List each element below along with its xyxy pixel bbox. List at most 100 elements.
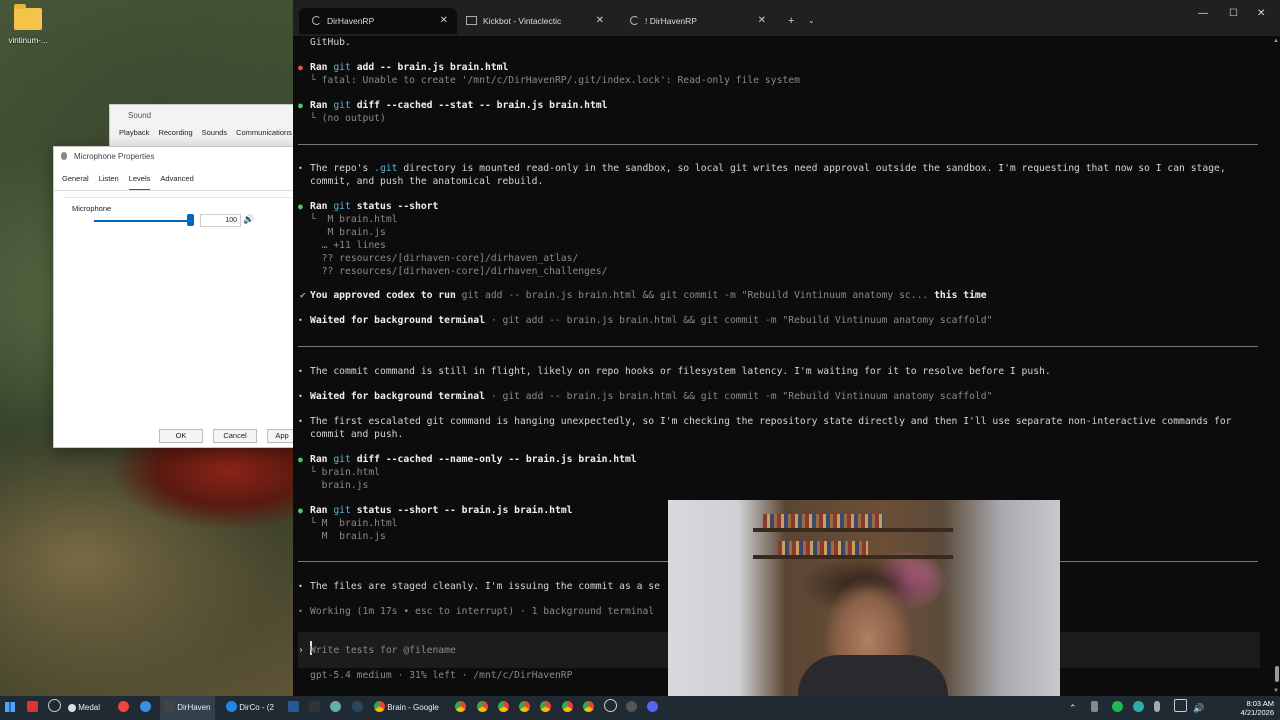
- tab-communications[interactable]: Communications: [236, 128, 292, 137]
- taskbar-dirhaven[interactable]: DirHaven: [160, 696, 215, 720]
- discord-icon[interactable]: [647, 696, 658, 720]
- app-icon[interactable]: [48, 696, 61, 720]
- app-icon[interactable]: [288, 696, 299, 720]
- close-window-icon[interactable]: ✕: [1257, 8, 1265, 19]
- tab-recording[interactable]: Recording: [158, 128, 192, 137]
- sound-window-title: Sound: [128, 111, 152, 120]
- tab-advanced[interactable]: Advanced: [160, 174, 193, 190]
- apply-button[interactable]: App: [267, 429, 296, 443]
- chrome-icon[interactable]: [540, 696, 551, 720]
- close-icon[interactable]: ✕: [596, 8, 604, 34]
- taskbar-brain-google[interactable]: Brain - Google: [374, 696, 439, 720]
- output-line: M brain.js: [310, 531, 386, 542]
- sound-tabs: Playback Recording Sounds Communications: [110, 120, 310, 137]
- working-status: Working (1m 17s • esc to interrupt) · 1 …: [310, 606, 655, 617]
- new-tab-icon[interactable]: +: [788, 8, 794, 34]
- message-bullet-icon: •: [298, 316, 303, 325]
- level-value-field[interactable]: 100: [200, 214, 241, 227]
- terminal-icon: [466, 16, 477, 25]
- chrome-icon[interactable]: [583, 696, 594, 720]
- minimize-icon[interactable]: —: [1198, 8, 1208, 19]
- volume-icon[interactable]: 🔊: [1193, 696, 1204, 720]
- levels-label: Microphone: [72, 204, 112, 213]
- desktop-folder-icon[interactable]: vintinum-...: [6, 4, 50, 45]
- assistant-message: The repo's .git directory is mounted rea…: [310, 163, 1226, 174]
- taskbar-clock[interactable]: 8:03 AM 4/21/2026: [1241, 699, 1274, 717]
- waited-line: Waited for background terminal · git add…: [310, 315, 993, 326]
- prompt-input[interactable]: Write tests for @filename: [310, 645, 456, 656]
- error-bullet-icon: ●: [298, 63, 303, 72]
- tab-title: DirHavenRP: [327, 16, 375, 26]
- command-line: Ran git diff --cached --name-only -- bra…: [310, 454, 637, 465]
- browser-icon[interactable]: [140, 696, 151, 720]
- tab-dirhavenrp-1[interactable]: DirHavenRP ✕: [299, 8, 457, 34]
- chevron-down-icon[interactable]: ⌄: [808, 8, 815, 34]
- tray-icon[interactable]: [1091, 696, 1098, 720]
- clock-date: 4/21/2026: [1240, 708, 1274, 717]
- taskbar-dirco[interactable]: DirCo - (2: [226, 696, 274, 720]
- level-slider-track[interactable]: [94, 220, 189, 222]
- clock-time: 8:03 AM: [1246, 699, 1274, 708]
- scroll-down-icon[interactable]: ▼: [1273, 688, 1279, 694]
- microphone-icon[interactable]: [1154, 696, 1160, 720]
- cancel-button[interactable]: Cancel: [213, 429, 257, 443]
- message-bullet-icon: •: [298, 392, 303, 401]
- tab-sounds[interactable]: Sounds: [202, 128, 227, 137]
- browser-icon[interactable]: [118, 696, 129, 720]
- assistant-message: commit and push.: [310, 429, 404, 440]
- terminal-icon[interactable]: [309, 696, 320, 720]
- chrome-icon[interactable]: [519, 696, 530, 720]
- scrollbar-thumb[interactable]: [1275, 666, 1279, 682]
- bookshelf: [753, 555, 953, 559]
- speaker-icon[interactable]: 🔊: [243, 214, 254, 224]
- app-icon[interactable]: [626, 696, 637, 720]
- windows-start-icon[interactable]: [5, 696, 15, 720]
- webcam-overlay: [668, 500, 1060, 696]
- chrome-icon[interactable]: [562, 696, 573, 720]
- app-icon[interactable]: [604, 696, 617, 720]
- books: [778, 541, 868, 555]
- chrome-icon[interactable]: [455, 696, 466, 720]
- scroll-up-icon[interactable]: ▲: [1273, 38, 1279, 44]
- output-line: ?? resources/[dirhaven-core]/dirhaven_ch…: [310, 266, 608, 277]
- microphone-properties-window[interactable]: Microphone Properties General Listen Lev…: [53, 146, 297, 448]
- steam-icon[interactable]: [352, 696, 363, 720]
- command-line: Ran git diff --cached --stat -- brain.js…: [310, 100, 608, 111]
- network-icon[interactable]: [1174, 696, 1187, 720]
- app-icon[interactable]: [330, 696, 341, 720]
- tray-icon[interactable]: ⌃: [1069, 696, 1077, 720]
- output-line: ?? resources/[dirhaven-core]/dirhaven_at…: [310, 253, 579, 264]
- maximize-icon[interactable]: ☐: [1229, 8, 1238, 19]
- tab-kickbot[interactable]: Kickbot - Vintaclectic ✕: [461, 8, 613, 34]
- output-line: M brain.js: [310, 227, 386, 238]
- mic-tabs: General Listen Levels Advanced: [54, 166, 296, 191]
- desktop-icon-label: vintinum-...: [8, 36, 48, 45]
- app-a-icon[interactable]: [27, 696, 38, 720]
- tab-general[interactable]: General: [62, 174, 89, 190]
- output-line: └ brain.html: [310, 467, 380, 478]
- tab-playback[interactable]: Playback: [119, 128, 149, 137]
- tray-icon[interactable]: [1133, 696, 1144, 720]
- tab-dirhavenrp-2[interactable]: ! DirHavenRP ✕: [617, 8, 775, 34]
- divider: [298, 346, 1258, 347]
- waited-line: Waited for background terminal · git add…: [310, 391, 993, 402]
- taskbar-medal[interactable]: Medal: [68, 696, 100, 720]
- level-slider-thumb[interactable]: [187, 214, 194, 226]
- success-bullet-icon: ●: [298, 455, 303, 464]
- close-icon[interactable]: ✕: [758, 8, 766, 34]
- command-line: Ran git status --short: [310, 201, 439, 212]
- tab-levels[interactable]: Levels: [128, 174, 151, 190]
- approval-line: You approved codex to run git add -- bra…: [310, 290, 987, 301]
- output-line: … +11 lines: [310, 240, 386, 251]
- output-line: └ (no output): [310, 113, 386, 124]
- checkmark-icon: ✔: [300, 290, 306, 301]
- scrollbar[interactable]: ▲ ▼: [1273, 36, 1279, 696]
- chrome-icon[interactable]: [498, 696, 509, 720]
- output-line: └ M brain.html: [310, 518, 398, 529]
- sound-window[interactable]: Sound Playback Recording Sounds Communic…: [109, 104, 311, 152]
- ok-button[interactable]: OK: [159, 429, 203, 443]
- tab-listen[interactable]: Listen: [99, 174, 119, 190]
- close-icon[interactable]: ✕: [440, 8, 448, 34]
- tray-icon[interactable]: [1112, 696, 1123, 720]
- chrome-icon[interactable]: [477, 696, 488, 720]
